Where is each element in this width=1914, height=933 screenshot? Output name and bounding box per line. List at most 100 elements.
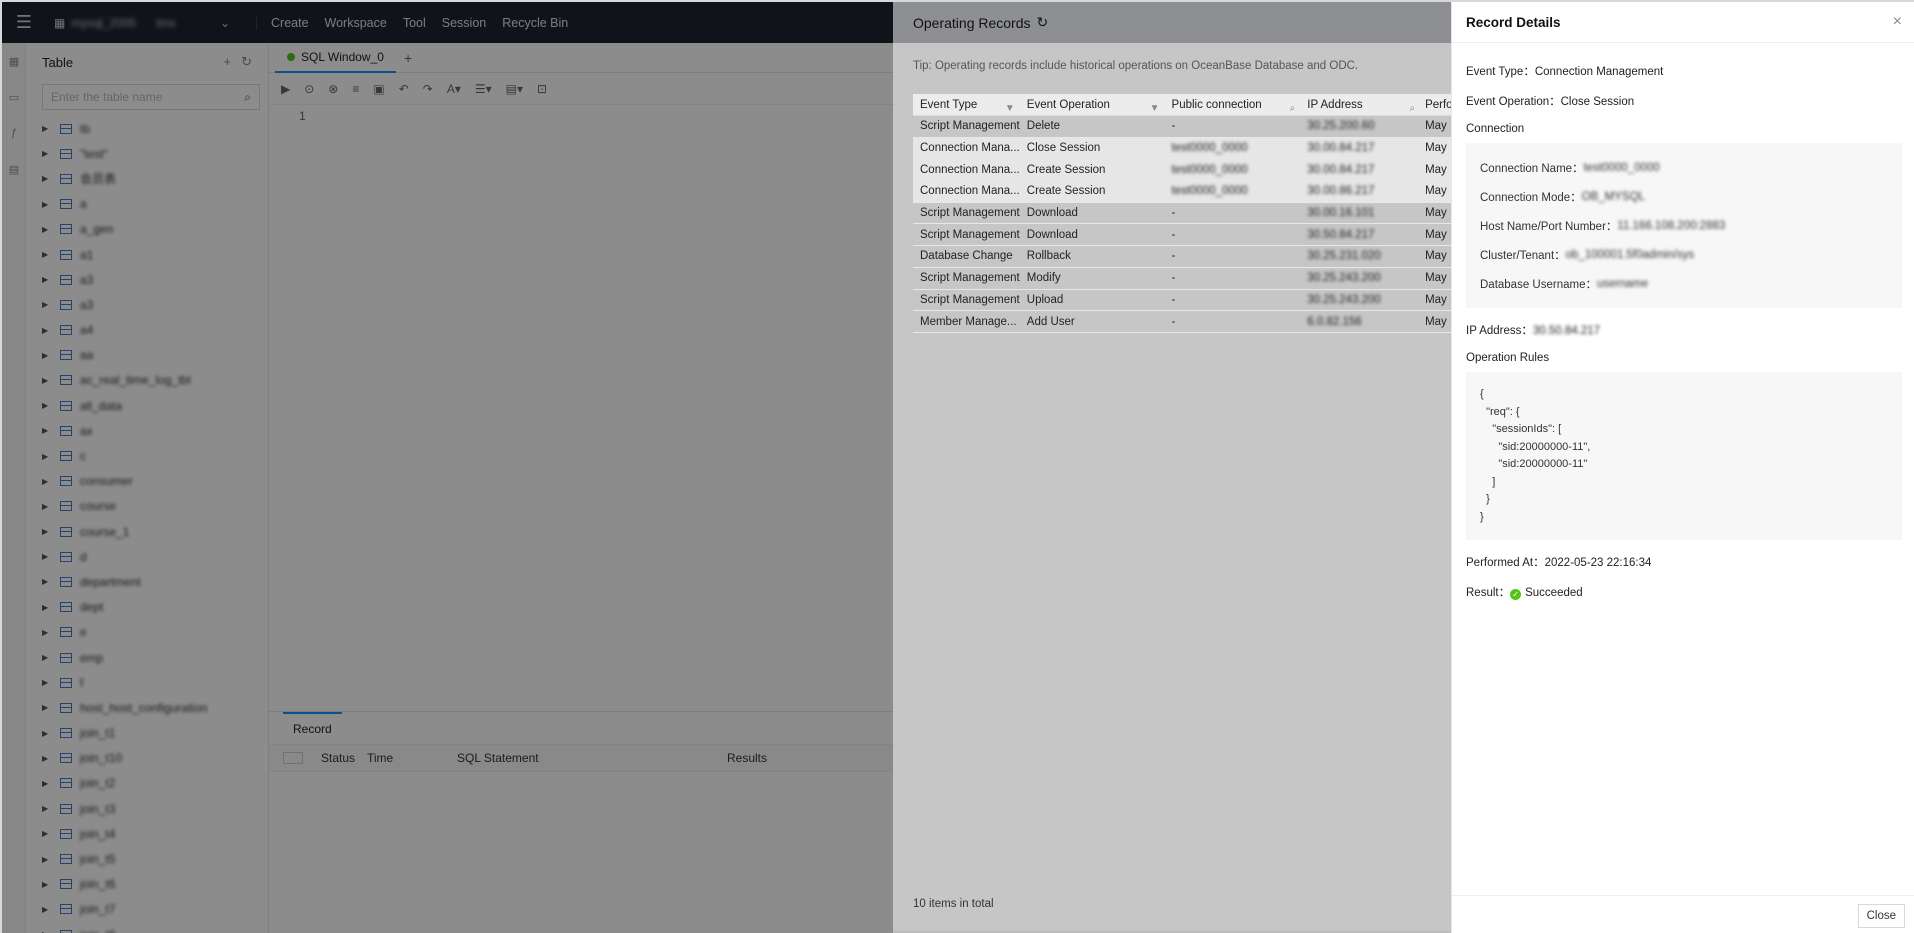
connection-mode-value: OB_MYSQL [1581,190,1645,203]
cell-ip-address: 30.25.243.200 [1307,272,1381,285]
cell-ip-address: 30.25.243.200 [1307,293,1381,306]
refresh-icon[interactable]: ↻ [1037,14,1049,31]
operation-rules-label: Operation Rules [1466,352,1550,364]
cell-performed: May [1425,142,1447,155]
filter-icon[interactable]: ▼ [1005,103,1015,111]
cell-public-connection: test0000_0000 [1171,163,1248,176]
col-event-type: Event Type ▼ [913,99,1021,111]
table-row[interactable]: Script Management Download - 30.00.16.101 Ma… [913,203,1451,225]
operating-records-table: Event Type ▼ Event Operation ▼ Public conn… [913,94,1451,333]
cell-event-type: Connection Mana... [920,185,1020,198]
cell-event-operation: Delete [1026,120,1061,133]
total-count: 10 items in total [913,898,994,910]
close-icon[interactable]: × [1893,13,1902,31]
performed-row: Performed At：2022-05-23 22:16:34 [1466,554,1902,570]
col-public-connection: Public connection ⌕ [1166,98,1302,114]
result-value: Succeeded [1525,587,1583,599]
performed-value: 2022-05-23 22:16:34 [1544,557,1652,569]
cell-performed: May [1425,207,1447,220]
cell-public-connection: test0000_0000 [1171,185,1248,198]
cell-performed: May [1425,315,1447,328]
col-event-type-label: Event Type [920,98,978,111]
record-details-title: Record Details [1466,14,1561,30]
cell-public-connection: - [1171,293,1176,306]
search-icon[interactable]: ⌕ [1409,103,1415,114]
cell-event-operation: Download [1026,207,1078,220]
event-operation-row: Event Operation：Close Session [1466,93,1902,109]
connection-name-label: Connection Name： [1480,162,1584,175]
cell-event-operation: Create Session [1026,185,1106,198]
col-public-connection-label: Public connection [1171,98,1262,111]
cell-ip-address: 30.25.200.60 [1307,120,1375,133]
cell-event-type: Script Management [920,272,1020,285]
cell-public-connection: - [1171,207,1176,220]
cell-ip-address: 30.00.86.217 [1307,185,1375,198]
result-row: Result： ✓ Succeeded [1466,584,1902,600]
cell-ip-address: 6.0.82.156 [1307,315,1362,328]
cell-performed: May [1425,185,1447,198]
cell-event-type: Connection Mana... [920,163,1020,176]
operation-rules-json: { "req": { "sessionIds": [ "sid:20000000… [1466,372,1902,540]
cell-event-type: Script Management [920,228,1020,241]
cell-performed: May [1425,293,1447,306]
table-row[interactable]: Database Change Rollback - 30.25.231.020 May [913,246,1451,268]
cell-public-connection: - [1171,120,1176,133]
table-row[interactable]: Member Manage... Add User - 6.0.82.156 May [913,311,1451,333]
ip-label: IP Address： [1466,325,1533,337]
cell-performed: May [1425,272,1447,285]
col-performed: Perfo [1425,98,1452,111]
cell-event-operation: Download [1026,228,1078,241]
col-event-operation-label: Event Operation [1026,98,1110,111]
table-row[interactable]: Connection Mana... Close Session test0000_… [913,137,1451,160]
cell-ip-address: 30.25.231.020 [1307,250,1381,263]
cell-event-operation: Rollback [1026,250,1071,263]
ip-value: 30.50.84.217 [1532,325,1601,337]
close-button[interactable]: Close [1857,903,1905,928]
connection-name-value: test0000_0000 [1583,161,1660,174]
event-operation-label: Event Operation： [1466,96,1561,108]
connection-mode-label: Connection Mode： [1480,191,1582,204]
cell-event-type: Connection Mana... [920,142,1020,155]
filter-icon[interactable]: ▼ [1150,103,1160,114]
cell-ip-address: 30.50.84.217 [1307,228,1375,241]
table-row[interactable]: Script Management Delete - 30.25.200.60 May [913,116,1451,138]
cell-performed: May [1425,250,1447,263]
cell-performed: May [1425,120,1447,133]
cell-ip-address: 30.00.16.101 [1307,207,1375,220]
cell-event-type: Script Management [920,120,1020,133]
db-user-label: Database Username： [1480,278,1597,291]
event-type-label: Event Type： [1466,66,1535,78]
record-details-drawer: Record Details × Event Type：Connection M… [1451,2,1914,933]
operating-records-drawer: Operating Records ↻ Tip: Operating recor… [893,2,1451,933]
cell-event-operation: Modify [1026,272,1061,285]
event-type-value: Connection Management [1534,66,1664,78]
cell-ip-address: 30.00.84.217 [1307,163,1375,176]
cell-event-operation: Upload [1026,293,1064,306]
table-row[interactable]: Connection Mana... Create Session test0000… [913,181,1451,203]
table-row[interactable]: Connection Mana... Create Session test0000… [913,159,1451,182]
col-ip-address: IP Address ⌕ [1301,98,1421,114]
cell-event-type: Script Management [920,207,1020,220]
cell-public-connection: - [1171,315,1176,328]
connection-label: Connection [1466,123,1525,135]
ip-row: IP Address：30.50.84.217 [1466,322,1902,338]
cluster-label: Cluster/Tenant： [1480,249,1566,262]
col-ip-address-label: IP Address [1307,98,1363,111]
cluster-value: ob_100001.5f0admin/sys [1565,248,1695,261]
check-circle-icon: ✓ [1510,589,1522,600]
connection-info-box: Connection Name： test0000_0000 Connection… [1466,143,1902,308]
result-label: Result： [1466,587,1511,599]
host-label: Host Name/Port Number： [1480,220,1618,233]
operating-records-title: Operating Records [913,14,1031,31]
search-icon[interactable]: ⌕ [1290,103,1296,114]
table-row[interactable]: Script Management Download - 30.50.84.217 Ma… [913,224,1451,247]
cell-performed: May [1425,163,1447,176]
cell-event-type: Database Change [920,250,1013,263]
table-row[interactable]: Script Management Modify - 30.25.243.200 May [913,268,1451,290]
event-operation-value: Close Session [1560,96,1635,108]
host-value: 11.166.108.200:2883 [1617,219,1726,232]
cell-event-type: Member Manage... [920,315,1017,328]
cell-event-operation: Add User [1026,315,1075,328]
table-row[interactable]: Script Management Upload - 30.25.243.200 May [913,290,1451,312]
cell-public-connection: - [1171,228,1176,241]
